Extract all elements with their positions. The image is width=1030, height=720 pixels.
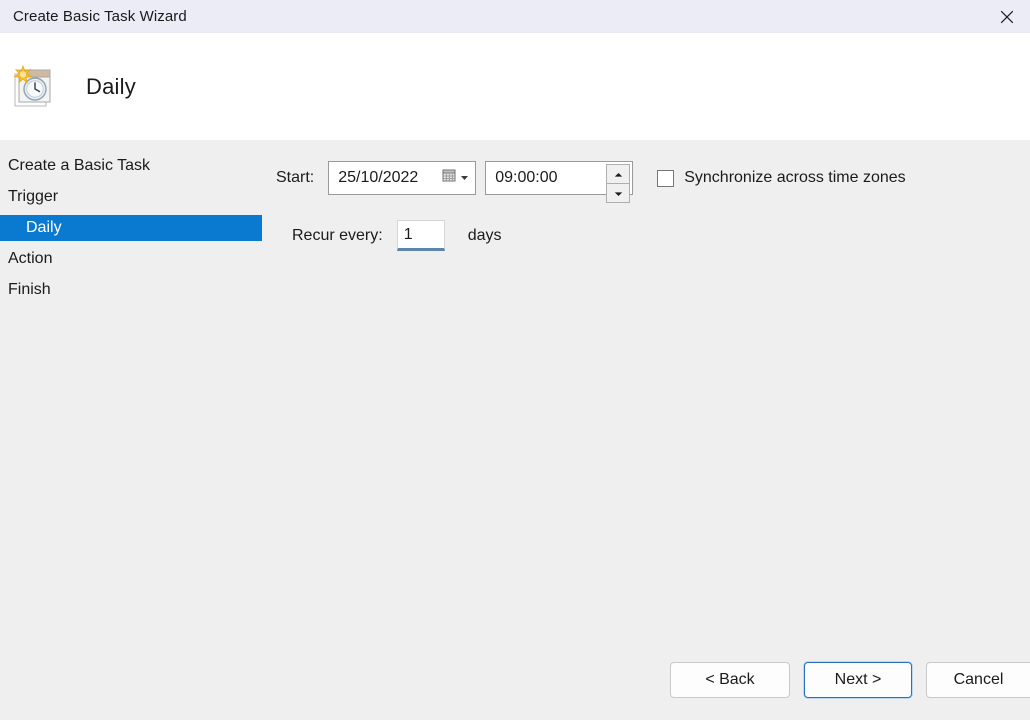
sidebar-item-finish[interactable]: Finish — [0, 277, 262, 303]
spinner-up-button[interactable] — [606, 164, 630, 184]
sidebar-item-trigger[interactable]: Trigger — [0, 184, 262, 210]
sidebar-item-daily[interactable]: Daily — [0, 215, 262, 241]
next-button[interactable]: Next > — [804, 662, 912, 698]
recur-every-input[interactable]: 1 — [397, 220, 445, 251]
recur-row: Recur every: 1 days — [292, 220, 502, 251]
close-button[interactable] — [984, 0, 1030, 33]
wizard-content-pane: Start: 25/10/2022 — [262, 140, 1030, 720]
recur-unit-label: days — [468, 227, 502, 245]
start-row: Start: 25/10/2022 — [276, 161, 906, 195]
sync-timezones-field[interactable]: Synchronize across time zones — [657, 169, 905, 187]
window-title: Create Basic Task Wizard — [0, 8, 187, 25]
start-time-value: 09:00:00 — [486, 162, 557, 194]
next-button-label: Next > — [835, 671, 882, 689]
sidebar-item-action[interactable]: Action — [0, 246, 262, 272]
date-picker-button[interactable] — [442, 168, 469, 188]
spinner-down-button[interactable] — [606, 184, 630, 203]
daily-task-calendar-clock-icon — [8, 62, 58, 112]
wizard-footer: < Back Next > Cancel — [0, 656, 1030, 720]
wizard-step-list: Create a Basic Task Trigger Daily Action… — [0, 153, 262, 308]
time-spinner[interactable] — [606, 164, 630, 192]
sidebar-item-create-a-basic-task[interactable]: Create a Basic Task — [0, 153, 262, 179]
back-button-label: < Back — [705, 671, 754, 689]
recur-every-label: Recur every: — [292, 227, 383, 245]
page-header: Daily — [0, 33, 1030, 140]
chevron-down-icon — [460, 169, 469, 187]
sidebar-item-label: Finish — [8, 281, 51, 298]
sidebar-item-label: Action — [8, 250, 52, 267]
sidebar-item-label: Create a Basic Task — [8, 157, 150, 174]
cancel-button-label: Cancel — [954, 671, 1004, 689]
back-button[interactable]: < Back — [670, 662, 790, 698]
close-icon — [999, 9, 1015, 25]
wizard-body: Create a Basic Task Trigger Daily Action… — [0, 140, 1030, 720]
start-date-input[interactable]: 25/10/2022 — [328, 161, 476, 195]
sync-timezones-checkbox[interactable] — [657, 170, 674, 187]
page-title: Daily — [86, 74, 136, 100]
sync-timezones-label: Synchronize across time zones — [684, 169, 905, 187]
sidebar-item-label: Trigger — [8, 188, 58, 205]
sidebar-item-label: Daily — [26, 219, 62, 236]
calendar-icon — [442, 168, 457, 188]
spinner-up-icon — [614, 165, 623, 183]
start-time-input[interactable]: 09:00:00 — [485, 161, 633, 195]
spinner-down-icon — [614, 184, 623, 202]
cancel-button[interactable]: Cancel — [926, 662, 1030, 698]
title-bar: Create Basic Task Wizard — [0, 0, 1030, 33]
start-date-value: 25/10/2022 — [338, 169, 418, 187]
recur-every-value: 1 — [404, 226, 413, 244]
start-label: Start: — [276, 169, 314, 187]
